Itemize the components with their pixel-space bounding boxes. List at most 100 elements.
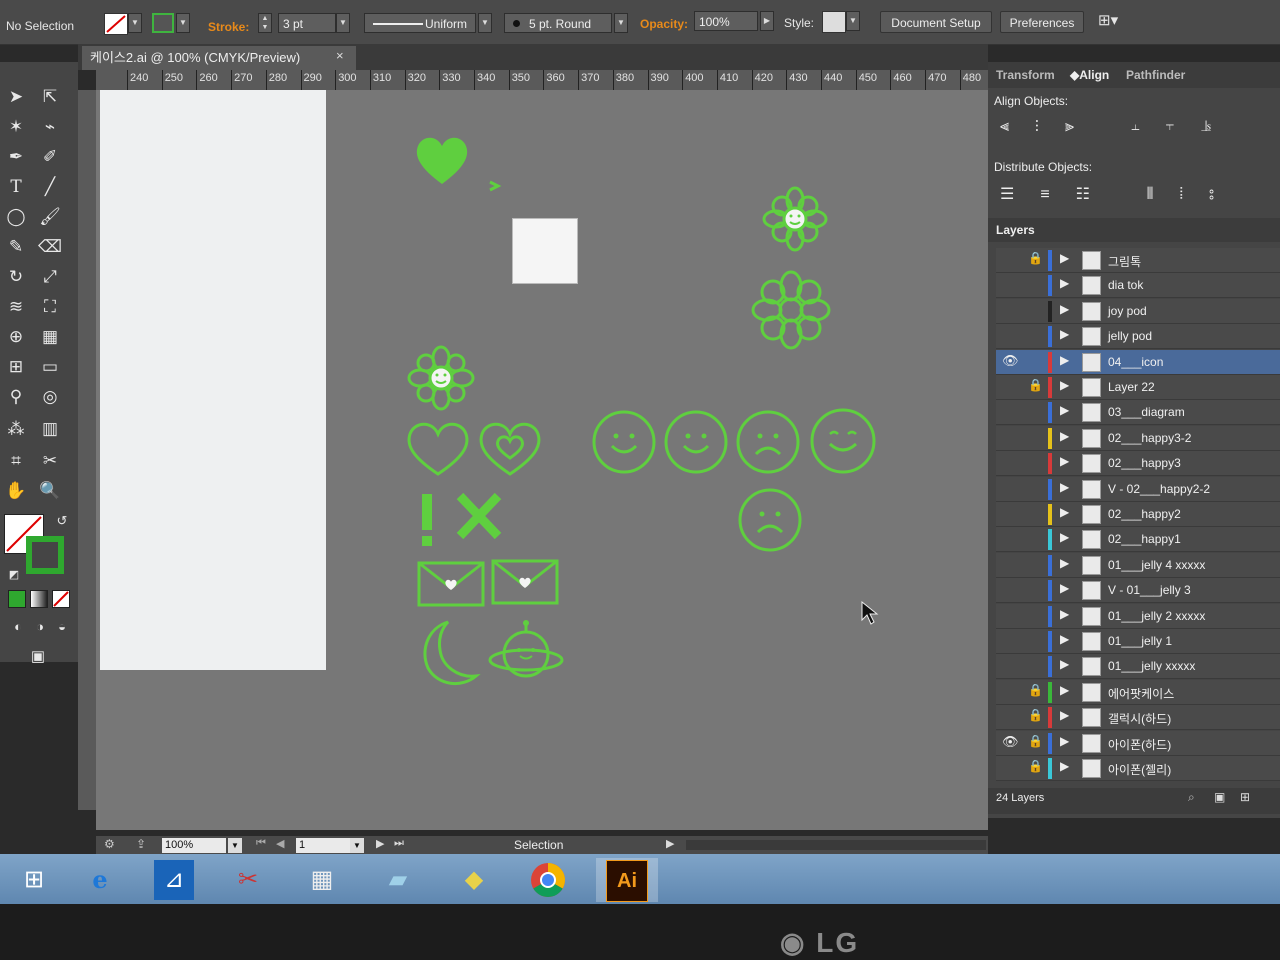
- expand-layer-icon[interactable]: ▶: [1060, 607, 1069, 621]
- last-artboard-icon[interactable]: ⏭: [394, 837, 404, 850]
- lock-toggle-icon[interactable]: 🔒: [1028, 734, 1043, 748]
- status-options-icon[interactable]: ⚙: [104, 837, 115, 851]
- make-clipping-mask-icon[interactable]: ▣: [1214, 790, 1225, 804]
- distribute-object-buttons[interactable]: ☰≡☷ ⦀⦙⦂: [1000, 184, 1240, 204]
- expand-layer-icon[interactable]: ▶: [1060, 251, 1069, 265]
- gradient-tool-icon[interactable]: ▭: [36, 354, 64, 380]
- brush-dropdown[interactable]: ▼: [614, 13, 628, 33]
- expand-layer-icon[interactable]: ▶: [1060, 683, 1069, 697]
- layer-row[interactable]: ▶ 01___jelly 2 xxxxx: [996, 603, 1280, 629]
- eraser-tool-icon[interactable]: ⌫: [36, 234, 64, 260]
- lasso-tool-icon[interactable]: ⌁: [36, 114, 64, 140]
- type-tool-icon[interactable]: T: [2, 174, 30, 200]
- arrange-documents-icon[interactable]: ⊞▾: [1098, 12, 1118, 30]
- pen-tool-icon[interactable]: ✒: [2, 144, 30, 170]
- create-sublayer-icon[interactable]: ⊞: [1240, 790, 1250, 804]
- smiley-face-icon-1[interactable]: [590, 408, 658, 476]
- magic-wand-tool-icon[interactable]: ✶: [2, 114, 30, 140]
- layer-row[interactable]: ▶ joy pod: [996, 298, 1280, 324]
- expand-layer-icon[interactable]: ▶: [1060, 759, 1069, 773]
- first-artboard-icon[interactable]: ⏮: [256, 837, 266, 850]
- expand-layer-icon[interactable]: ▶: [1060, 454, 1069, 468]
- close-tab-icon[interactable]: ×: [336, 48, 344, 63]
- file-app-icon[interactable]: ▰: [378, 860, 418, 900]
- expand-layer-icon[interactable]: ▶: [1060, 505, 1069, 519]
- pencil-tool-icon[interactable]: ✎: [2, 234, 30, 260]
- symbol-sprayer-tool-icon[interactable]: ⁂: [2, 416, 30, 442]
- align-tab[interactable]: ◆Align: [1070, 68, 1109, 82]
- default-colors-icon[interactable]: ◩: [0, 562, 28, 588]
- line-segment-tool-icon[interactable]: ╱: [36, 174, 64, 200]
- outline-heart-icon[interactable]: [404, 418, 474, 480]
- transform-tab[interactable]: Transform: [996, 68, 1055, 82]
- graphic-style-swatch[interactable]: [822, 11, 846, 33]
- opacity-input[interactable]: 100%: [694, 11, 758, 31]
- expand-layer-icon[interactable]: ▶: [1060, 530, 1069, 544]
- hand-tool-icon[interactable]: ✋: [2, 478, 30, 504]
- visibility-toggle-icon[interactable]: 👁: [1002, 734, 1019, 750]
- expand-layer-icon[interactable]: ▶: [1060, 632, 1069, 646]
- warp-tool-icon[interactable]: ≋: [2, 294, 30, 320]
- mesh-tool-icon[interactable]: ⊞: [2, 354, 30, 380]
- layer-row[interactable]: ▶ 01___jelly 4 xxxxx: [996, 552, 1280, 578]
- layer-row[interactable]: ▶ dia tok: [996, 273, 1280, 299]
- expand-layer-icon[interactable]: ▶: [1060, 403, 1069, 417]
- zoom-tool-icon[interactable]: 🔍: [36, 478, 64, 504]
- exclamation-icon[interactable]: [416, 492, 440, 550]
- smiley-flower-icon[interactable]: [760, 186, 830, 256]
- expand-layer-icon[interactable]: ▶: [1060, 657, 1069, 671]
- change-screen-mode-icon[interactable]: ▣: [24, 644, 52, 670]
- paintbrush-tool-icon[interactable]: 🖌: [36, 204, 64, 230]
- calculator-icon[interactable]: ▦: [302, 860, 342, 900]
- layer-row[interactable]: 🔒 ▶ 그림톡: [996, 248, 1280, 273]
- color-mode-icon[interactable]: [8, 590, 26, 608]
- blend-tool-icon[interactable]: ◎: [36, 384, 64, 410]
- illustrator-icon[interactable]: Ai: [606, 860, 648, 902]
- sad-face-icon-2[interactable]: [736, 486, 804, 554]
- previous-artboard-icon[interactable]: ◀: [276, 837, 284, 850]
- layer-row[interactable]: 👁 🔒 ▶ 아이폰(하드): [996, 730, 1280, 756]
- preferences-button[interactable]: Preferences: [1000, 11, 1084, 33]
- brush-definition[interactable]: 5 pt. Round: [504, 13, 612, 33]
- artboard-dropdown[interactable]: ▼: [350, 838, 364, 853]
- outline-flower-icon[interactable]: [750, 270, 832, 352]
- locate-object-icon[interactable]: ⌕: [1188, 790, 1195, 805]
- envelope-heart-icon-1[interactable]: [416, 560, 486, 608]
- crescent-moon-icon[interactable]: [418, 618, 484, 688]
- lock-toggle-icon[interactable]: 🔒: [1028, 708, 1043, 722]
- opacity-arrow[interactable]: ▶: [760, 11, 774, 31]
- layer-row[interactable]: 🔒 ▶ Layer 22: [996, 375, 1280, 400]
- profile-dropdown[interactable]: ▼: [478, 13, 492, 33]
- draw-inside-icon[interactable]: ◒: [48, 614, 76, 640]
- column-graph-tool-icon[interactable]: ▥: [36, 416, 64, 442]
- expand-layer-icon[interactable]: ▶: [1060, 353, 1069, 367]
- slice-tool-icon[interactable]: ✂: [36, 448, 64, 474]
- sad-face-icon-1[interactable]: [734, 408, 802, 476]
- layer-row[interactable]: 🔒 ▶ 에어팟케이스: [996, 679, 1280, 705]
- gradient-mode-icon[interactable]: [30, 590, 48, 608]
- layer-row[interactable]: ▶ 02___happy2: [996, 502, 1280, 527]
- stroke-swatch[interactable]: [152, 13, 174, 33]
- status-menu-icon[interactable]: ▶: [666, 837, 674, 850]
- layer-row[interactable]: ▶ V - 02___happy2-2: [996, 476, 1280, 502]
- layer-row[interactable]: 👁 ▶ 04___icon: [996, 349, 1280, 375]
- planet-icon[interactable]: [486, 618, 566, 688]
- shape-builder-tool-icon[interactable]: ⊕: [2, 324, 30, 350]
- expand-layer-icon[interactable]: ▶: [1060, 480, 1069, 494]
- document-setup-button[interactable]: Document Setup: [880, 11, 992, 33]
- perspective-grid-tool-icon[interactable]: ▦: [36, 324, 64, 350]
- layer-row[interactable]: ▶ jelly pod: [996, 324, 1280, 350]
- expand-layer-icon[interactable]: ▶: [1060, 708, 1069, 722]
- expand-layer-icon[interactable]: ▶: [1060, 556, 1069, 570]
- stroke-label[interactable]: Stroke:: [208, 18, 249, 36]
- snipping-tool-icon[interactable]: ✂: [228, 860, 268, 900]
- layer-row[interactable]: 🔒 ▶ 아이폰(젤리): [996, 756, 1280, 781]
- swap-fill-stroke-icon[interactable]: ↺: [48, 508, 76, 534]
- artboard[interactable]: [100, 90, 326, 670]
- fill-swatch[interactable]: [104, 13, 128, 35]
- fill-dropdown[interactable]: ▼: [128, 13, 142, 33]
- sticky-notes-icon[interactable]: ◆: [454, 860, 494, 900]
- document-tab[interactable]: 케이스2.ai @ 100% (CMYK/Preview): [82, 46, 356, 70]
- stroke-color-box[interactable]: [26, 536, 64, 574]
- smiley-face-icon-3[interactable]: [808, 406, 878, 476]
